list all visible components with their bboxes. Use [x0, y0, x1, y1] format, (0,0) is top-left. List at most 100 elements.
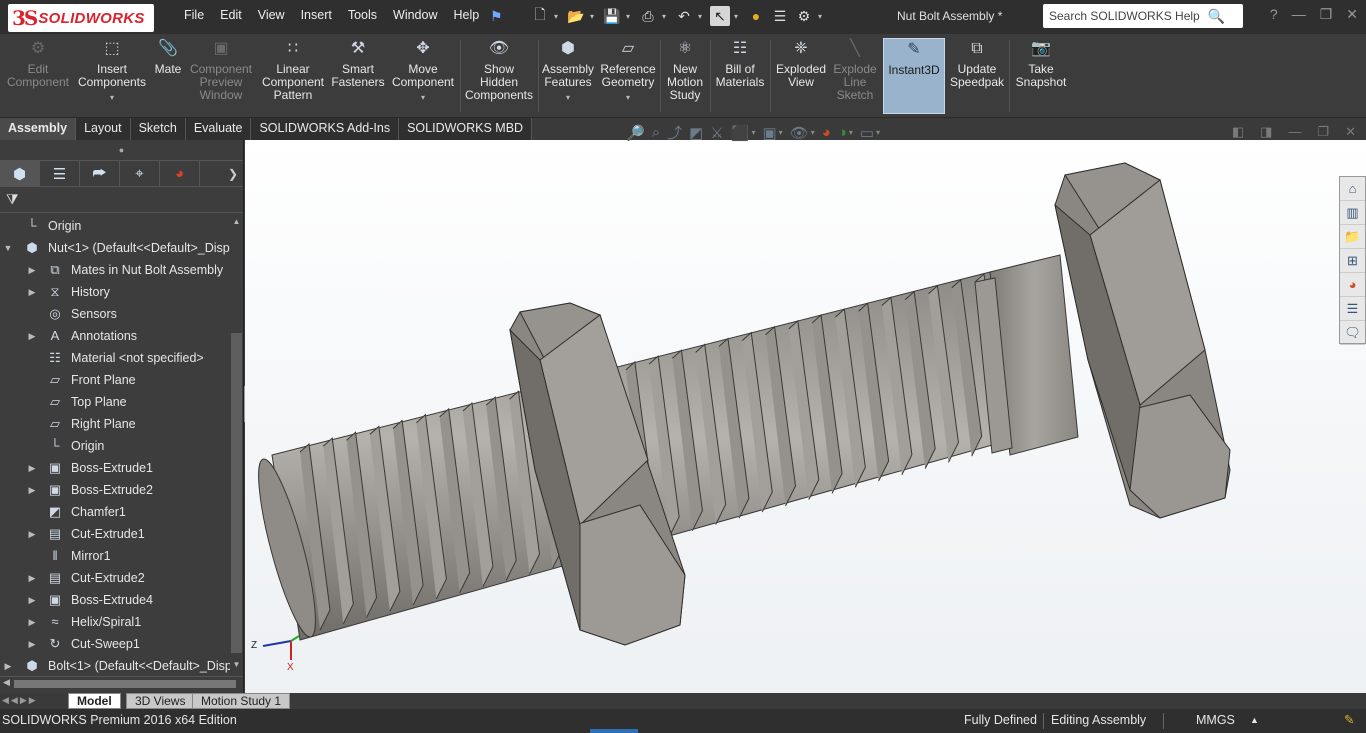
expand-arrow-icon[interactable]: ▶: [26, 611, 38, 633]
viewport-tile-left-icon[interactable]: ◧: [1232, 124, 1244, 140]
customize-pencil-icon[interactable]: ✎: [1344, 709, 1354, 731]
open-folder-icon[interactable]: 📂: [566, 6, 586, 26]
take-snapshot-button[interactable]: 📷 Take Snapshot: [1012, 38, 1070, 89]
options-gear-icon[interactable]: ⚙: [794, 6, 814, 26]
help-question-icon[interactable]: ?: [1270, 6, 1278, 23]
reference-geometry-button[interactable]: ▱ Reference Geometry ▾: [598, 38, 658, 104]
chevron-down-icon[interactable]: ▾: [849, 128, 853, 137]
tab-motion-study-1[interactable]: Motion Study 1: [192, 693, 291, 709]
minimize-icon[interactable]: —: [1292, 6, 1306, 23]
menu-window[interactable]: Window: [385, 8, 445, 22]
new-document-icon[interactable]: 🗋: [530, 6, 550, 26]
expand-arrow-icon[interactable]: ▶: [26, 281, 38, 303]
tab-layout[interactable]: Layout: [76, 118, 131, 140]
select-arrow-icon[interactable]: ↖: [710, 6, 730, 26]
menu-tools[interactable]: Tools: [340, 8, 385, 22]
new-dropdown-icon[interactable]: ▾: [554, 12, 562, 21]
explode-line-sketch-button[interactable]: ╲ Explode Line Sketch: [830, 38, 880, 102]
tree-item[interactable]: ▱ Top Plane: [0, 391, 230, 413]
expand-arrow-icon[interactable]: ▶: [26, 589, 38, 611]
tree-item[interactable]: ◩ Chamfer1: [0, 501, 230, 523]
update-speedpak-button[interactable]: ⧉ Update Speedpak: [948, 38, 1006, 89]
custom-properties-icon[interactable]: ☰: [1340, 297, 1365, 321]
tree-horizontal-scrollbar[interactable]: ◀: [0, 676, 243, 690]
tree-item[interactable]: ▱ Front Plane: [0, 369, 230, 391]
insert-components-button[interactable]: ⬚ Insert Components ▾: [76, 38, 148, 104]
tree-vertical-scrollbar[interactable]: ▲ ▼: [230, 215, 243, 674]
restore-icon[interactable]: ❐: [1320, 6, 1333, 23]
property-manager-tab-icon[interactable]: ☰: [40, 160, 80, 187]
menu-view[interactable]: View: [250, 8, 293, 22]
tree-item[interactable]: ◎ Sensors: [0, 303, 230, 325]
expand-arrow-icon[interactable]: ▶: [26, 479, 38, 501]
chevron-down-icon[interactable]: ▾: [811, 128, 815, 137]
apply-scene-icon[interactable]: ◑: [838, 124, 847, 141]
solidworks-forum-icon[interactable]: 🗨: [1340, 321, 1365, 345]
tree-item[interactable]: ▶ ▣ Boss-Extrude2: [0, 479, 230, 501]
dynamic-annotation-icon[interactable]: ⚔: [710, 124, 723, 142]
save-icon[interactable]: 💾: [602, 6, 622, 26]
zoom-to-area-icon[interactable]: ⌕: [652, 124, 660, 141]
chevron-down-icon[interactable]: ▾: [390, 91, 456, 104]
horizontal-scroll-thumb[interactable]: [14, 680, 236, 688]
expand-arrow-icon[interactable]: ▶: [26, 457, 38, 479]
menu-file[interactable]: File: [176, 8, 212, 22]
linear-component-pattern-button[interactable]: ∷ Linear Component Pattern: [258, 38, 328, 102]
configuration-manager-tab-icon[interactable]: ⮫: [80, 160, 120, 187]
viewport-tile-right-icon[interactable]: ◨: [1260, 124, 1272, 140]
units-up-arrow-icon[interactable]: ▲: [1250, 709, 1259, 731]
undo-icon[interactable]: ↶: [674, 6, 694, 26]
tree-filter-input[interactable]: [26, 189, 233, 210]
section-view-icon[interactable]: ◩: [689, 124, 703, 142]
tree-item[interactable]: ▶ A Annotations: [0, 325, 230, 347]
rebuild-traffic-light-icon[interactable]: ●: [746, 6, 766, 26]
chevron-down-icon[interactable]: ▾: [598, 91, 658, 104]
tree-item[interactable]: ▶ ⧉ Mates in Nut Bolt Assembly: [0, 259, 230, 281]
exploded-view-button[interactable]: ❈ Exploded View: [773, 38, 829, 89]
chevron-down-icon[interactable]: ▾: [876, 128, 880, 137]
component-preview-window-button[interactable]: ▣ Component Preview Window: [188, 38, 254, 102]
zoom-to-fit-icon[interactable]: 🔎: [626, 124, 645, 142]
collapse-arrow-icon[interactable]: ▼: [2, 237, 14, 259]
menu-help[interactable]: Help: [446, 8, 488, 22]
open-dropdown-icon[interactable]: ▾: [590, 12, 598, 21]
filter-funnel-icon[interactable]: ⧩: [6, 191, 19, 208]
display-style-icon[interactable]: ▣: [762, 124, 776, 142]
new-motion-study-button[interactable]: ⚛ New Motion Study: [662, 38, 708, 102]
view-palette-icon[interactable]: ⊞: [1340, 249, 1365, 273]
viewport-minimize-icon[interactable]: —: [1288, 124, 1301, 140]
file-explorer-folder-icon[interactable]: 📁: [1340, 225, 1365, 249]
solidworks-resources-home-icon[interactable]: ⌂: [1340, 177, 1365, 201]
assembly-features-button[interactable]: ⬢ Assembly Features ▾: [540, 38, 596, 104]
view-orientation-icon[interactable]: ⬛: [731, 124, 750, 142]
tree-item[interactable]: ▶ ▣ Boss-Extrude1: [0, 457, 230, 479]
tree-item[interactable]: ▶ ▤ Cut-Extrude1: [0, 523, 230, 545]
undo-dropdown-icon[interactable]: ▾: [698, 12, 706, 21]
expand-arrow-icon[interactable]: ▶: [26, 633, 38, 655]
file-properties-icon[interactable]: ☰: [770, 6, 790, 26]
view-settings-monitor-icon[interactable]: ▭: [860, 124, 874, 142]
tree-item[interactable]: ▶ ⧖ History: [0, 281, 230, 303]
tree-item[interactable]: ▼ ⬢ Nut<1> (Default<<Default>_Displ: [0, 237, 230, 259]
expand-arrow-icon[interactable]: ▶: [26, 259, 38, 281]
tab-sketch[interactable]: Sketch: [131, 118, 186, 140]
scroll-up-icon[interactable]: ▲: [230, 217, 243, 229]
tree-item[interactable]: ▶ ▣ Boss-Extrude4: [0, 589, 230, 611]
show-hidden-components-button[interactable]: 👁 Show Hidden Components: [463, 38, 535, 102]
close-icon[interactable]: ✕: [1346, 6, 1358, 23]
expand-arrow-icon[interactable]: ▶: [2, 655, 14, 674]
menu-edit[interactable]: Edit: [212, 8, 250, 22]
units-selector[interactable]: MMGS: [1196, 709, 1235, 731]
feature-manager-tab-icon[interactable]: ⬢: [0, 160, 40, 187]
scroll-down-icon[interactable]: ▼: [230, 660, 243, 672]
solidworks-logo[interactable]: 3S SOLIDWORKS: [8, 4, 154, 32]
smart-fasteners-button[interactable]: ⚒ Smart Fasteners: [330, 38, 386, 89]
more-tabs-chevron-icon[interactable]: ❯: [223, 161, 243, 187]
select-dropdown-icon[interactable]: ▾: [734, 12, 742, 21]
mate-button[interactable]: 📎 Mate: [151, 38, 185, 76]
expand-arrow-icon[interactable]: ▶: [26, 567, 38, 589]
tree-item[interactable]: ☷ Material <not specified>: [0, 347, 230, 369]
instant3d-button[interactable]: ✎ Instant3D: [883, 38, 945, 114]
tab-assembly[interactable]: Assembly: [0, 118, 77, 140]
save-dropdown-icon[interactable]: ▾: [626, 12, 634, 21]
